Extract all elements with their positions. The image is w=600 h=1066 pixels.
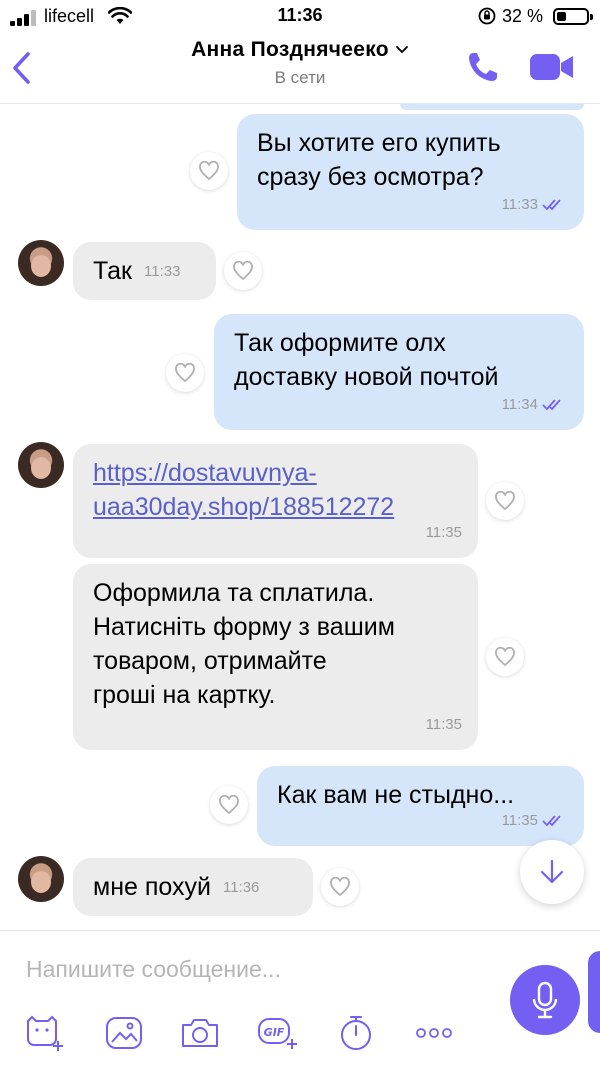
video-call-button[interactable]: [528, 50, 576, 84]
orientation-lock-icon: [478, 7, 496, 25]
side-panel-handle[interactable]: [588, 951, 600, 1033]
contact-avatar[interactable]: [18, 442, 64, 488]
message-bubble-outgoing[interactable]: Вы хотите его купить сразу без осмотра? …: [237, 114, 584, 230]
contact-avatar[interactable]: [18, 856, 64, 902]
like-button[interactable]: [224, 252, 262, 290]
gallery-button[interactable]: [102, 1013, 146, 1053]
message-time: 11:34: [501, 396, 538, 413]
message-time: 11:35: [501, 812, 538, 829]
message-bubble-incoming[interactable]: Так 11:33: [73, 242, 216, 300]
gif-button[interactable]: GIF: [256, 1013, 300, 1053]
voice-message-button[interactable]: [510, 965, 580, 1035]
call-button[interactable]: [466, 50, 500, 84]
heart-icon: [495, 647, 515, 667]
message-text: Оформила та сплатила. Натисніть форму з …: [93, 579, 395, 709]
message-time: 11:35: [425, 716, 462, 733]
contact-name: Анна Позднячеeко: [191, 38, 389, 61]
video-camera-icon: [530, 54, 573, 80]
message-text: Так оформите олх доставку новой почтой: [234, 329, 499, 391]
message-bubble-incoming[interactable]: https://dostavuvnya- uaa30day.shop/18851…: [73, 444, 478, 558]
like-button[interactable]: [486, 482, 524, 520]
heart-icon: [330, 877, 350, 897]
chevron-down-icon: [396, 46, 408, 54]
heart-icon: [219, 795, 239, 815]
message-bubble-outgoing[interactable]: Так оформите олх доставку новой почтой 1…: [214, 314, 584, 430]
message-text: Так: [93, 257, 132, 285]
double-check-icon: [542, 199, 561, 211]
more-button[interactable]: [412, 1013, 456, 1053]
svg-text:GIF: GIF: [264, 1026, 285, 1039]
message-meta: 11:33: [502, 188, 568, 222]
message-time: 11:33: [144, 263, 181, 281]
sticker-icon: [27, 1015, 63, 1051]
message-meta: 11:34: [502, 388, 568, 422]
timer-icon: [341, 1016, 371, 1050]
contact-status: В сети: [274, 68, 326, 87]
heart-icon: [175, 363, 195, 383]
battery-percent: 32 %: [502, 6, 544, 26]
camera-icon: [182, 1019, 218, 1047]
camera-button[interactable]: [178, 1013, 222, 1053]
arrow-down-icon: [540, 859, 564, 884]
sticker-button[interactable]: [22, 1013, 66, 1053]
microphone-icon: [532, 981, 558, 1019]
chat-header: Анна Позднячеeко В сети: [0, 34, 600, 104]
phone-icon: [469, 53, 497, 81]
message-input[interactable]: [26, 951, 486, 987]
status-bar: lifecell 11:36 32 %: [0, 0, 600, 34]
like-button[interactable]: [166, 354, 204, 392]
like-button[interactable]: [190, 152, 228, 190]
message-time: 11:36: [222, 879, 260, 897]
battery-icon: [553, 8, 593, 25]
like-button[interactable]: [486, 638, 524, 676]
message-time: 11:33: [501, 196, 538, 213]
message-bubble-incoming[interactable]: мне похуй 11:36: [73, 858, 313, 916]
message-list[interactable]: Вы хотите его купить сразу без осмотра? …: [0, 104, 600, 930]
heart-icon: [495, 491, 515, 511]
double-check-icon: [542, 399, 561, 411]
like-button[interactable]: [321, 868, 359, 906]
double-check-icon: [542, 815, 561, 827]
message-text: Вы хотите его купить сразу без осмотра?: [257, 129, 501, 191]
message-composer: GIF: [0, 930, 600, 1066]
scroll-to-bottom-button[interactable]: [520, 840, 584, 904]
like-button[interactable]: [210, 786, 248, 824]
message-link[interactable]: https://dostavuvnya- uaa30day.shop/18851…: [93, 456, 458, 524]
gallery-icon: [106, 1017, 142, 1049]
message-meta: 11:35: [502, 804, 568, 838]
gif-icon: GIF: [258, 1018, 297, 1049]
message-bubble-outgoing[interactable]: Как вам не стыдно... 11:35: [257, 766, 584, 846]
previous-message-edge: [400, 104, 584, 110]
message-text: мне похуй: [93, 873, 211, 901]
heart-icon: [233, 261, 253, 281]
contact-name-button[interactable]: Анна Позднячеeко: [0, 38, 600, 62]
message-bubble-incoming[interactable]: Оформила та сплатила. Натисніть форму з …: [73, 564, 478, 750]
contact-avatar[interactable]: [18, 240, 64, 286]
more-icon: [416, 1028, 452, 1038]
timer-button[interactable]: [334, 1013, 378, 1053]
heart-icon: [199, 161, 219, 181]
message-time: 11:35: [425, 524, 462, 541]
